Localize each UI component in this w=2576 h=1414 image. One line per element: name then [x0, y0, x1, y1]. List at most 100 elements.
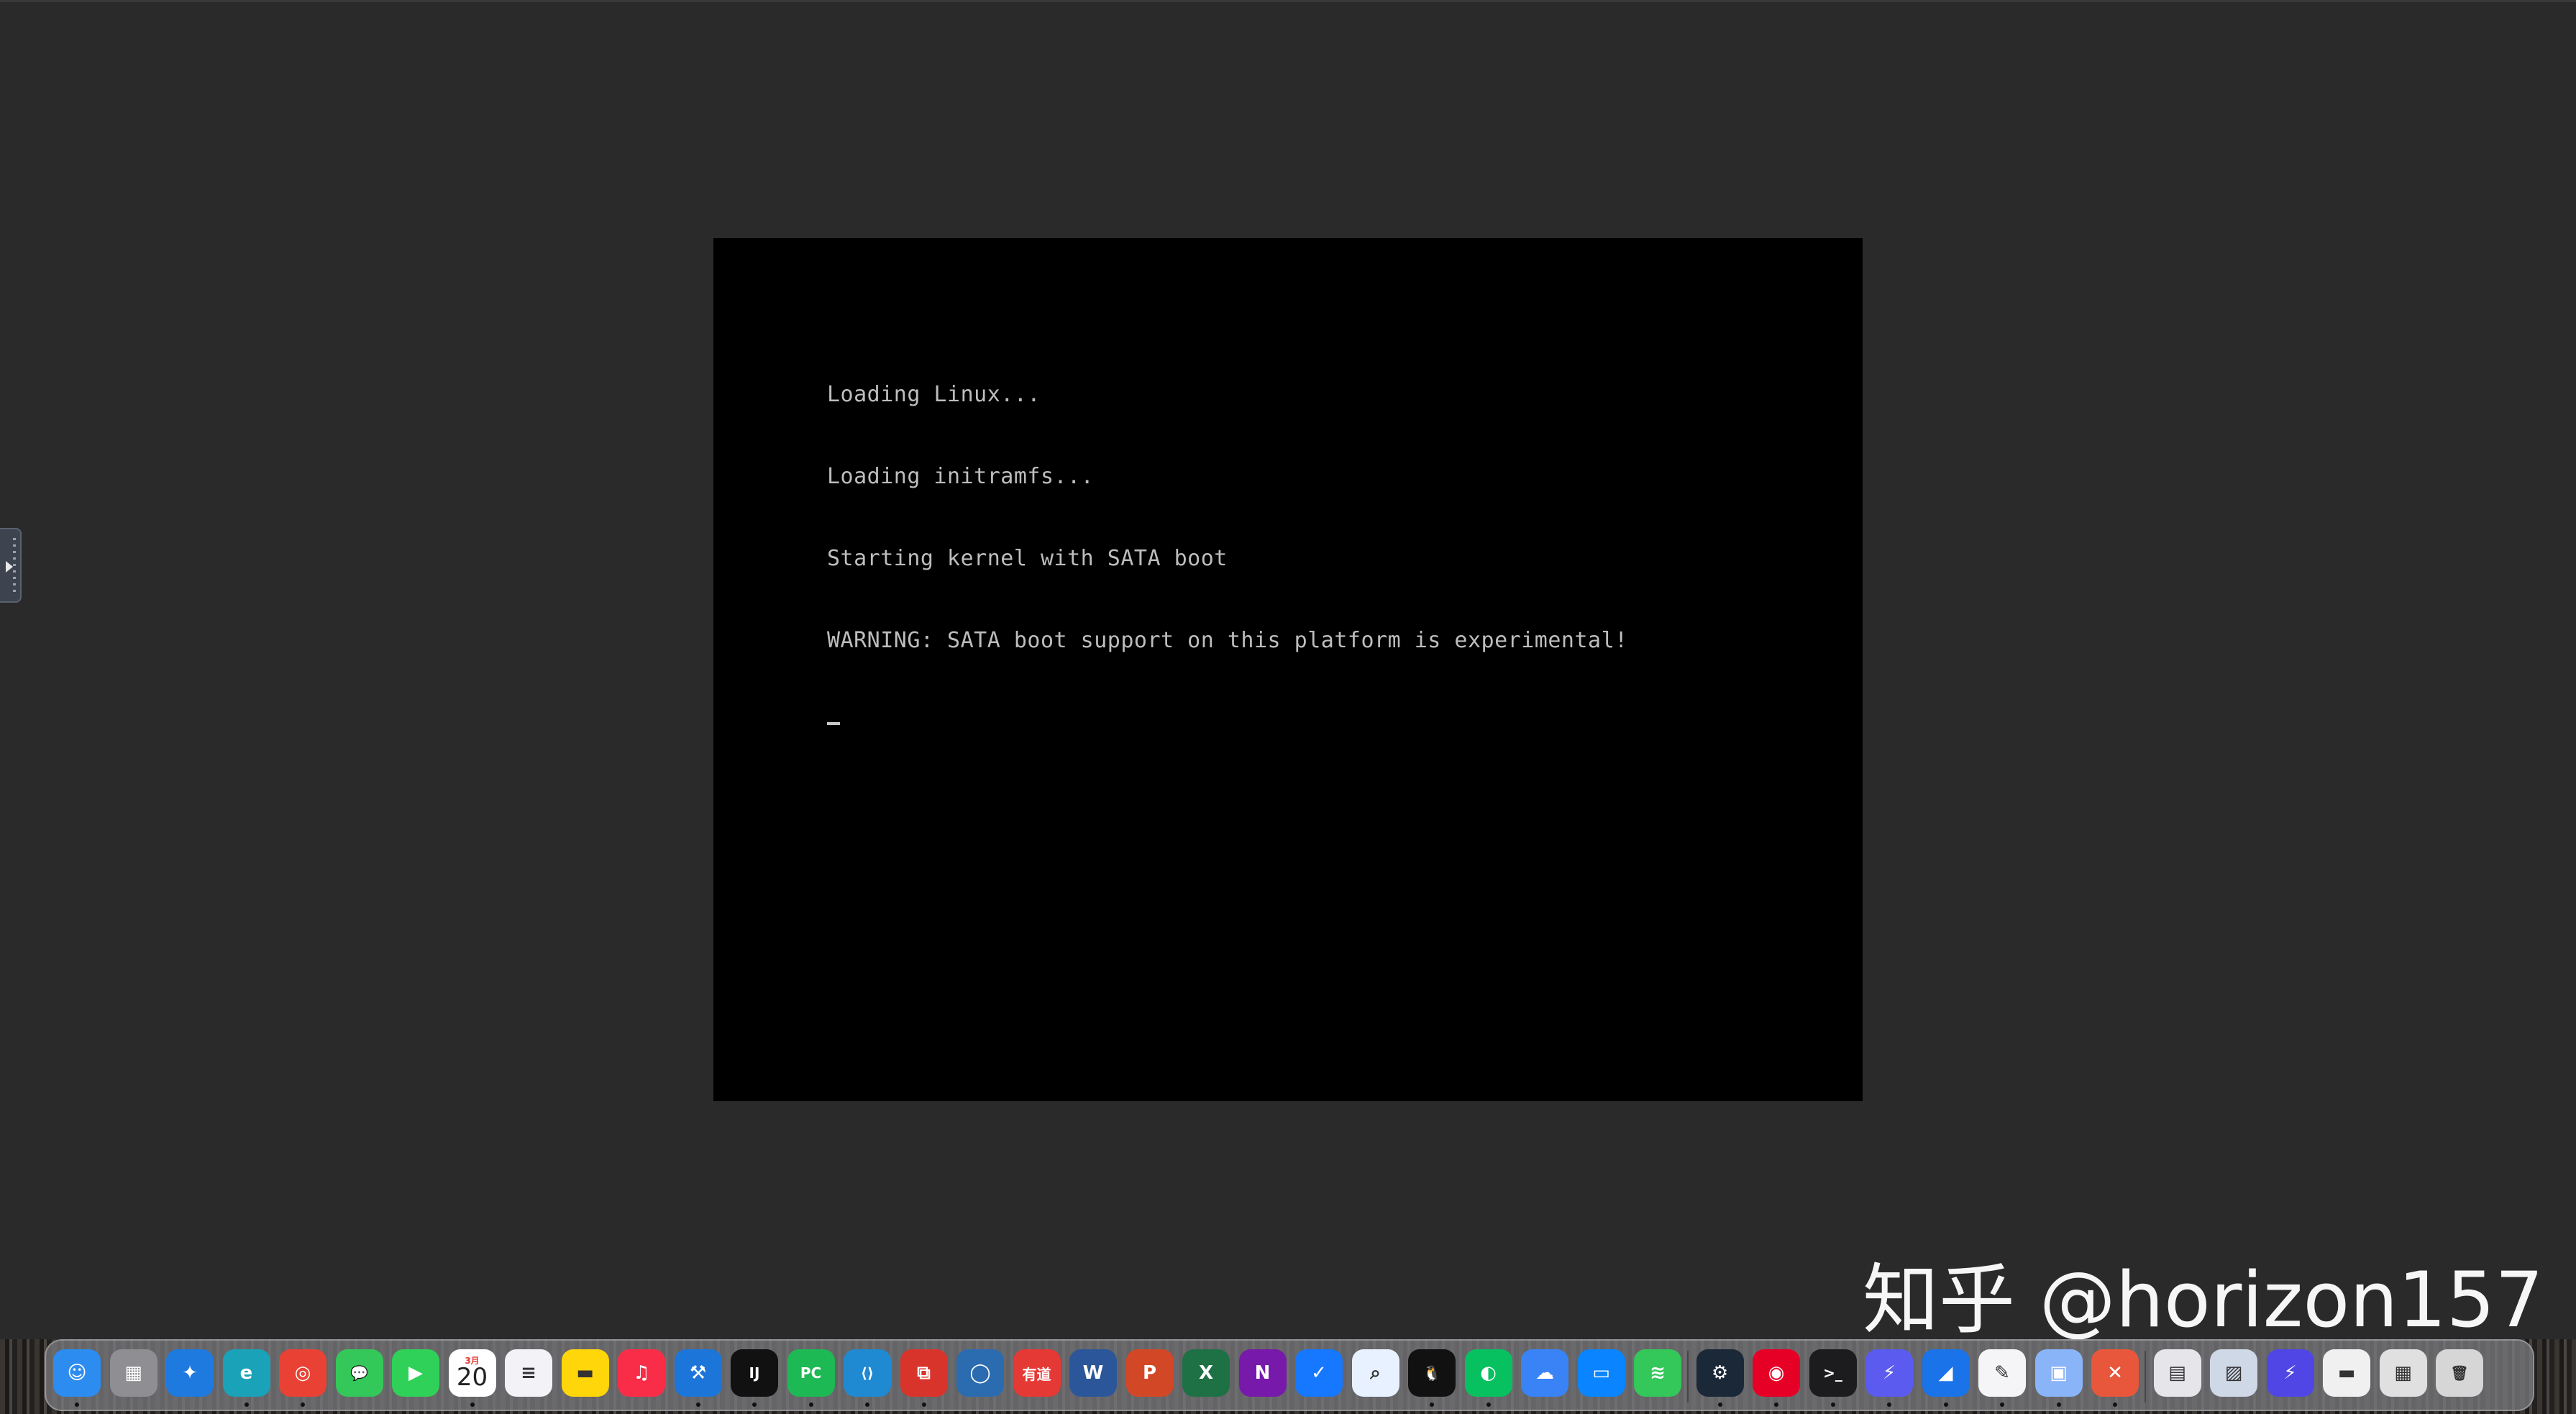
lightning-bolt-icon: ⚡	[1882, 1362, 1896, 1384]
dock-item-shortcut-app-2[interactable]: ⚡	[2266, 1349, 2314, 1397]
onenote-icon: N	[1254, 1362, 1271, 1384]
dock-item-calendar[interactable]: 3月 20	[448, 1349, 496, 1397]
dock-item-trash[interactable]: 🗑	[2436, 1349, 2483, 1397]
running-indicator	[1717, 1402, 1722, 1407]
dock-item-remote-desktop[interactable]: ✕	[2091, 1349, 2139, 1397]
lightning-bolt-icon: ⚡	[2283, 1362, 2297, 1384]
dock-item-wechat[interactable]: ◐	[1464, 1349, 1512, 1397]
running-indicator	[75, 1402, 79, 1407]
screenshots-stack-icon: ▨	[2224, 1362, 2243, 1384]
wechat-icon: ◐	[1480, 1362, 1497, 1384]
dock-separator	[2145, 1351, 2146, 1402]
dock-item-parallels[interactable]: ⧉	[900, 1349, 948, 1397]
dock-item-textedit[interactable]: ✎	[1978, 1349, 2026, 1397]
vscode-icon: ⟨⟩	[860, 1364, 874, 1382]
preview-photos-icon: ▣	[2050, 1362, 2068, 1384]
running-indicator	[244, 1402, 249, 1407]
dock-item-launchpad[interactable]: ▦	[109, 1349, 157, 1397]
recents-stack-icon: ▦	[2394, 1362, 2412, 1384]
grip-icon	[13, 538, 16, 596]
qq-penguin-icon: 🐧	[1422, 1364, 1441, 1382]
dock-item-shortcut-app[interactable]: ⚡	[1865, 1349, 1913, 1397]
layers-stack-icon: ≋	[1650, 1362, 1666, 1384]
dock-item-chrome[interactable]: ◎	[279, 1349, 326, 1397]
cloud-drive-icon: ☁	[1535, 1362, 1554, 1384]
dock-item-remote-screen[interactable]: ▭	[1577, 1349, 1625, 1397]
dock-item-edge[interactable]: e	[222, 1349, 270, 1397]
running-indicator	[2056, 1402, 2061, 1407]
safari-compass-icon: ✦	[182, 1362, 198, 1384]
macos-desktop: Loading Linux... Loading initramfs... St…	[0, 0, 2576, 1414]
dock-item-finder[interactable]: ☺	[53, 1349, 101, 1397]
trash-can-icon: 🗑	[2450, 1364, 2469, 1382]
sidebar-toggle-handle[interactable]	[0, 528, 22, 603]
console-line: Loading initramfs...	[827, 464, 1095, 489]
excel-icon: X	[1198, 1362, 1214, 1384]
watermark: 知乎 @horizon157	[1863, 1256, 2544, 1344]
dock-item-youdao[interactable]: 有道	[1013, 1349, 1061, 1397]
monitor-icon: ▭	[1592, 1362, 1610, 1384]
dock-item-screenshot-stack[interactable]: ▨	[2210, 1349, 2257, 1397]
dock-item-safari[interactable]: ✦	[166, 1349, 214, 1397]
messages-bubble-icon: 💬	[350, 1364, 368, 1382]
expand-arrow-icon	[6, 561, 13, 573]
dock-item-vscode[interactable]: ⟨⟩	[844, 1349, 891, 1397]
text-cursor	[827, 722, 840, 725]
dock-item-wireshark[interactable]: ◢	[1922, 1349, 1970, 1397]
dock-item-search-app[interactable]: ⌕	[1351, 1349, 1399, 1397]
calendar-icon: 3月 20	[457, 1356, 488, 1390]
dock-item-downloads-stack[interactable]: ▬	[2323, 1349, 2370, 1397]
facetime-camera-icon: ▶	[408, 1362, 423, 1384]
dock-item-onenote[interactable]: N	[1238, 1349, 1287, 1397]
dock-item-facetime[interactable]: ▶	[392, 1349, 439, 1397]
finder-icon: ☺	[67, 1362, 87, 1384]
dock-item-messages[interactable]: 💬	[335, 1349, 383, 1397]
notes-icon: ▬	[576, 1362, 594, 1384]
xcode-hammer-icon: ⚒	[689, 1362, 707, 1384]
dock-item-qq[interactable]: 🐧	[1408, 1349, 1456, 1397]
dock-item-xcode[interactable]: ⚒	[674, 1349, 722, 1397]
dock-item-layers-app[interactable]: ≋	[1634, 1349, 1681, 1397]
dock-item-preview[interactable]: ▣	[2034, 1349, 2083, 1397]
dock-item-steam[interactable]: ⚙	[1696, 1349, 1744, 1397]
shark-fin-icon: ◢	[1938, 1362, 1953, 1384]
dock-item-intellij[interactable]: IJ	[731, 1349, 778, 1397]
dock-item-terminal[interactable]: >_	[1809, 1349, 1857, 1397]
calendar-day: 20	[456, 1363, 488, 1392]
dock-separator	[1687, 1351, 1689, 1402]
dock-item-music[interactable]: ♫	[618, 1349, 665, 1397]
terminal-icon: >_	[1823, 1364, 1842, 1382]
dock-item-pycharm[interactable]: PC	[787, 1349, 835, 1397]
document-stack-icon: ▤	[2168, 1362, 2186, 1384]
dock-item-powerpoint[interactable]: P	[1125, 1349, 1174, 1397]
dock-item-recents-stack[interactable]: ▦	[2379, 1349, 2427, 1397]
reminders-list-icon: ≡	[521, 1362, 536, 1384]
dock-item-doc-stack[interactable]: ▤	[2153, 1349, 2201, 1397]
dock-item-blender-like[interactable]: ◯	[956, 1349, 1004, 1397]
dock-item-reminders[interactable]: ≡	[505, 1349, 552, 1397]
parallels-desktop-icon: ⧉	[917, 1361, 931, 1384]
netease-music-icon: ◉	[1768, 1362, 1785, 1384]
dock-item-netease-music[interactable]: ◉	[1753, 1349, 1800, 1397]
youdao-dict-icon: 有道	[1022, 1365, 1051, 1383]
running-indicator	[921, 1402, 926, 1407]
dock-item-word[interactable]: W	[1069, 1349, 1117, 1397]
dock: ☺ ▦ ✦ e ◎ 💬 ▶ 3月 20 ≡ ▬ ♫ ⚒ IJ PC ⟨⟩ ⧉ ◯ 有道 W P X N ✓ ⌕ 🐧 ◐ ☁ ▭ ≋ ⚙ ◉ >_…	[45, 1339, 2534, 1411]
running-indicator	[695, 1402, 700, 1407]
running-indicator	[752, 1402, 757, 1407]
dock-item-notes[interactable]: ▬	[561, 1349, 609, 1397]
console-line: Starting kernel with SATA boot	[827, 546, 1228, 571]
dock-item-baidu-netdisk[interactable]: ☁	[1521, 1349, 1568, 1397]
running-indicator	[1774, 1402, 1778, 1407]
dock-item-excel[interactable]: X	[1182, 1349, 1230, 1397]
running-indicator	[808, 1402, 813, 1407]
intellij-idea-icon: IJ	[749, 1364, 760, 1382]
magnifier-bubble-icon: ⌕	[1370, 1361, 1381, 1384]
pycharm-icon: PC	[800, 1364, 822, 1382]
dock-item-dingtalk-like[interactable]: ✓	[1295, 1349, 1343, 1397]
running-indicator	[1486, 1402, 1491, 1407]
chrome-browser-icon: ◎	[294, 1362, 311, 1384]
powerpoint-icon: P	[1142, 1362, 1157, 1384]
running-indicator	[301, 1402, 305, 1407]
vm-display[interactable]: Loading Linux... Loading initramfs... St…	[713, 238, 1863, 1101]
